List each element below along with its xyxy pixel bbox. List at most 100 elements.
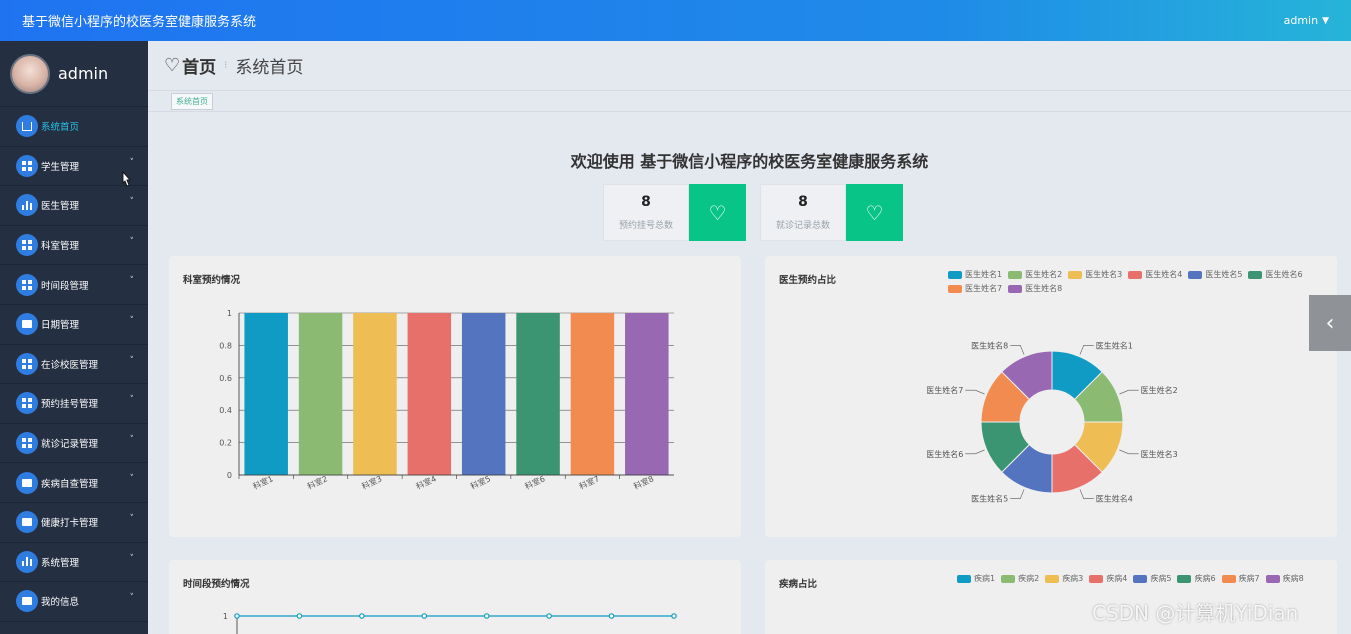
x-tick-label: 科室8 [632,473,655,491]
sidebar-item-6[interactable]: 在诊校医管理 ˅ [0,345,148,385]
data-point[interactable] [296,613,303,619]
legend-swatch [1177,574,1192,583]
y-tick-label: 0 [227,471,232,480]
grid-icon [16,273,38,296]
sidebar-item-0[interactable]: 系统首页 [0,107,148,147]
mouse-cursor-icon [122,171,131,187]
stat-card-appointments: 8 预约挂号总数 ♡ [603,184,746,241]
stat-card-records: 8 就诊记录总数 ♡ [760,184,903,241]
welcome-heading: 欢迎使用 基于微信小程序的校医务室健康服务系统 [570,152,929,171]
caret-down-icon: ▼ [1322,15,1329,26]
sidebar-item-10[interactable]: 健康打卡管理 ˅ [0,503,148,543]
x-tick-label: 科室1 [251,473,274,491]
app-title: 基于微信小程序的校医务室健康服务系统 [22,15,257,30]
legend-item[interactable]: 疾病7 [1221,573,1260,584]
bar[interactable] [516,313,560,475]
chart-legend: 疾病1 疾病2 疾病3 疾病4 疾病5 疾病6 疾病7 疾病8 [957,573,1333,584]
stat-value: 8 [798,194,808,210]
top-bar: 基于微信小程序的校医务室健康服务系统 admin ▼ [0,0,1351,41]
legend-item[interactable]: 疾病6 [1177,573,1216,584]
data-point[interactable] [546,613,552,619]
legend-item[interactable]: 疾病1 [957,573,995,584]
chevron-down-icon: ˅ [129,236,135,247]
chart-card-timeslot: 时间段预约情况 1 [169,560,741,634]
legend-swatch [1089,574,1104,583]
sidebar-item-4[interactable]: 时间段管理 ˅ [0,265,148,305]
sidebar-item-label: 科室管理 [41,241,80,253]
bar-chart-icon [16,550,38,573]
monitor-icon [16,511,38,534]
avatar[interactable] [10,53,50,94]
y-tick-label: 0.2 [219,439,232,448]
bar[interactable] [353,313,397,475]
slice-label: 医生姓名4 [1096,494,1133,504]
grid-icon [16,432,38,455]
chevron-down-icon: ˅ [129,197,135,208]
chevron-down-icon: ˅ [129,395,135,406]
line-chart: 1 [223,612,677,634]
legend-swatch [1221,574,1236,583]
legend-item[interactable]: 疾病4 [1089,573,1127,584]
grid-icon [16,392,38,415]
sidebar-item-label: 时间段管理 [41,280,89,292]
bar[interactable] [298,313,343,475]
y-tick-label: 1 [223,612,228,621]
sidebar: admin 系统首页 学生管理 ˅ 医生管理 ˅ 科室管理 ˅ 时间段管理 ˅ 日期管理 ˅ 在诊校医… [0,41,148,634]
breadcrumb-home[interactable]: 首页 [182,53,216,78]
chevron-down-icon: ˅ [129,593,135,604]
legend-item[interactable]: 疾病2 [1001,573,1039,584]
legend-item[interactable]: 疾病8 [1265,573,1304,584]
data-point[interactable] [421,613,428,619]
breadcrumb-separator: ⁝ [224,60,228,71]
legend-item[interactable]: 疾病5 [1133,573,1171,584]
stat-value: 8 [641,194,651,210]
tag-home[interactable]: 系统首页 [171,93,213,110]
x-tick-label: 科室7 [577,473,600,491]
legend-swatch [1265,574,1280,583]
bar[interactable] [407,313,452,475]
chevron-down-icon: ˅ [129,434,135,445]
user-menu[interactable]: admin ▼ [1284,14,1329,27]
sidebar-item-2[interactable]: 医生管理 ˅ [0,186,148,226]
legend-item[interactable]: 疾病3 [1045,573,1083,584]
x-tick-label: 科室5 [469,473,492,491]
sidebar-username: admin [58,64,109,83]
x-tick-label: 科室2 [306,473,329,491]
sidebar-item-12[interactable]: 我的信息 ˅ [0,582,148,622]
legend-label: 疾病5 [1150,574,1172,583]
sidebar-item-9[interactable]: 疾病自查管理 ˅ [0,463,148,503]
sidebar-item-label: 系统管理 [41,557,80,569]
bar[interactable] [570,313,615,475]
data-point[interactable] [359,613,365,619]
sidebar-item-7[interactable]: 预约挂号管理 ˅ [0,384,148,424]
slice-label: 医生姓名6 [926,449,963,459]
heart-icon: ♡ [846,184,903,241]
sidebar-item-8[interactable]: 就诊记录管理 ˅ [0,424,148,464]
home-icon [16,115,38,138]
chevron-down-icon: ˅ [129,157,135,168]
data-point[interactable] [483,613,490,619]
watermark: CSDN @计算机YiDian [1092,601,1299,625]
chart-icon [16,194,38,217]
sidebar-item-label: 系统首页 [41,122,80,134]
legend-swatch [1133,574,1148,583]
sidebar-item-label: 我的信息 [41,597,80,609]
stat-label: 就诊记录总数 [775,221,830,231]
slice-label: 医生姓名8 [971,340,1008,350]
collapse-panel-button[interactable]: ‹ [1309,295,1351,351]
sidebar-item-label: 健康打卡管理 [41,518,99,530]
user-name: admin [1283,14,1319,27]
sidebar-item-5[interactable]: 日期管理 ˅ [0,305,148,345]
bar[interactable] [244,313,288,475]
slice-label: 医生姓名2 [1141,385,1178,395]
sidebar-item-3[interactable]: 科室管理 ˅ [0,226,148,266]
bar[interactable] [625,313,669,475]
sidebar-item-label: 学生管理 [41,161,80,173]
data-point[interactable] [608,613,615,619]
data-point[interactable] [234,613,240,619]
label-line [1079,345,1094,355]
sidebar-item-11[interactable]: 系统管理 ˅ [0,543,148,583]
bar[interactable] [461,313,506,475]
legend-label: 疾病7 [1238,574,1260,583]
data-point[interactable] [671,613,677,619]
